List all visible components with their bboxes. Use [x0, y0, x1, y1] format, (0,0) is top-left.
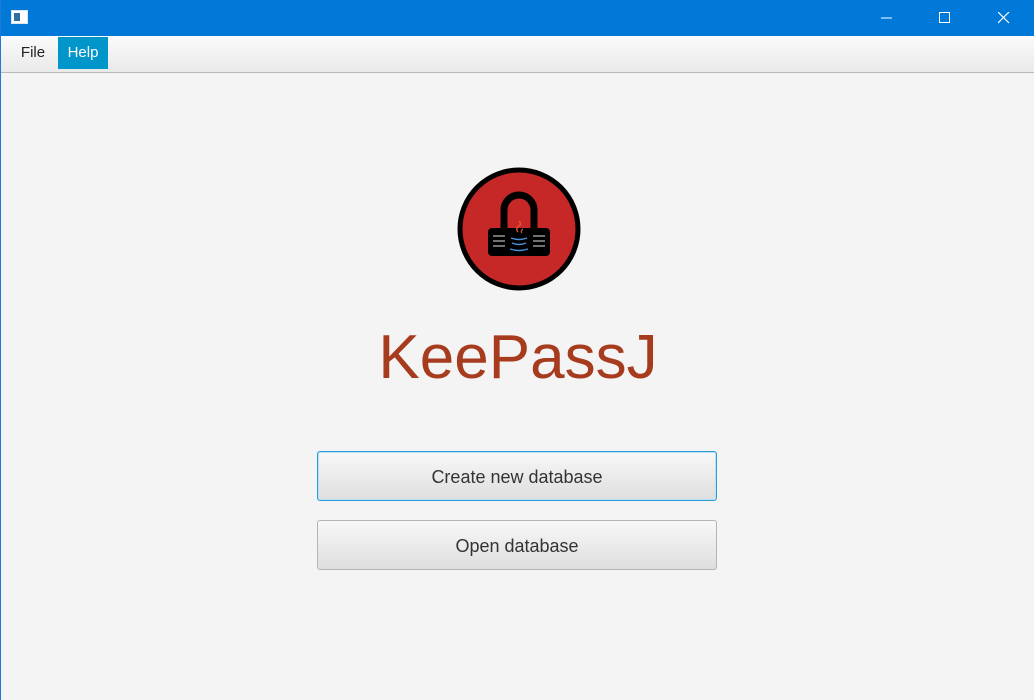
app-window-icon[interactable] — [11, 10, 28, 24]
maximize-icon — [939, 12, 950, 23]
minimize-button[interactable] — [858, 0, 916, 36]
close-icon — [998, 12, 1010, 24]
menu-help[interactable]: Help — [58, 37, 108, 69]
menu-bar: File Help — [1, 36, 1034, 73]
close-button[interactable] — [975, 0, 1033, 36]
padlock-logo-icon — [457, 167, 581, 291]
app-title: KeePassJ — [378, 323, 658, 392]
app-window: File Help KeePassJ Create new database O… — [0, 0, 1034, 700]
minimize-icon — [881, 17, 892, 19]
create-database-button[interactable]: Create new database — [317, 451, 717, 501]
open-database-button[interactable]: Open database — [317, 520, 717, 570]
menu-file[interactable]: File — [9, 37, 57, 69]
maximize-button[interactable] — [916, 0, 974, 36]
title-bar[interactable] — [1, 0, 1034, 36]
